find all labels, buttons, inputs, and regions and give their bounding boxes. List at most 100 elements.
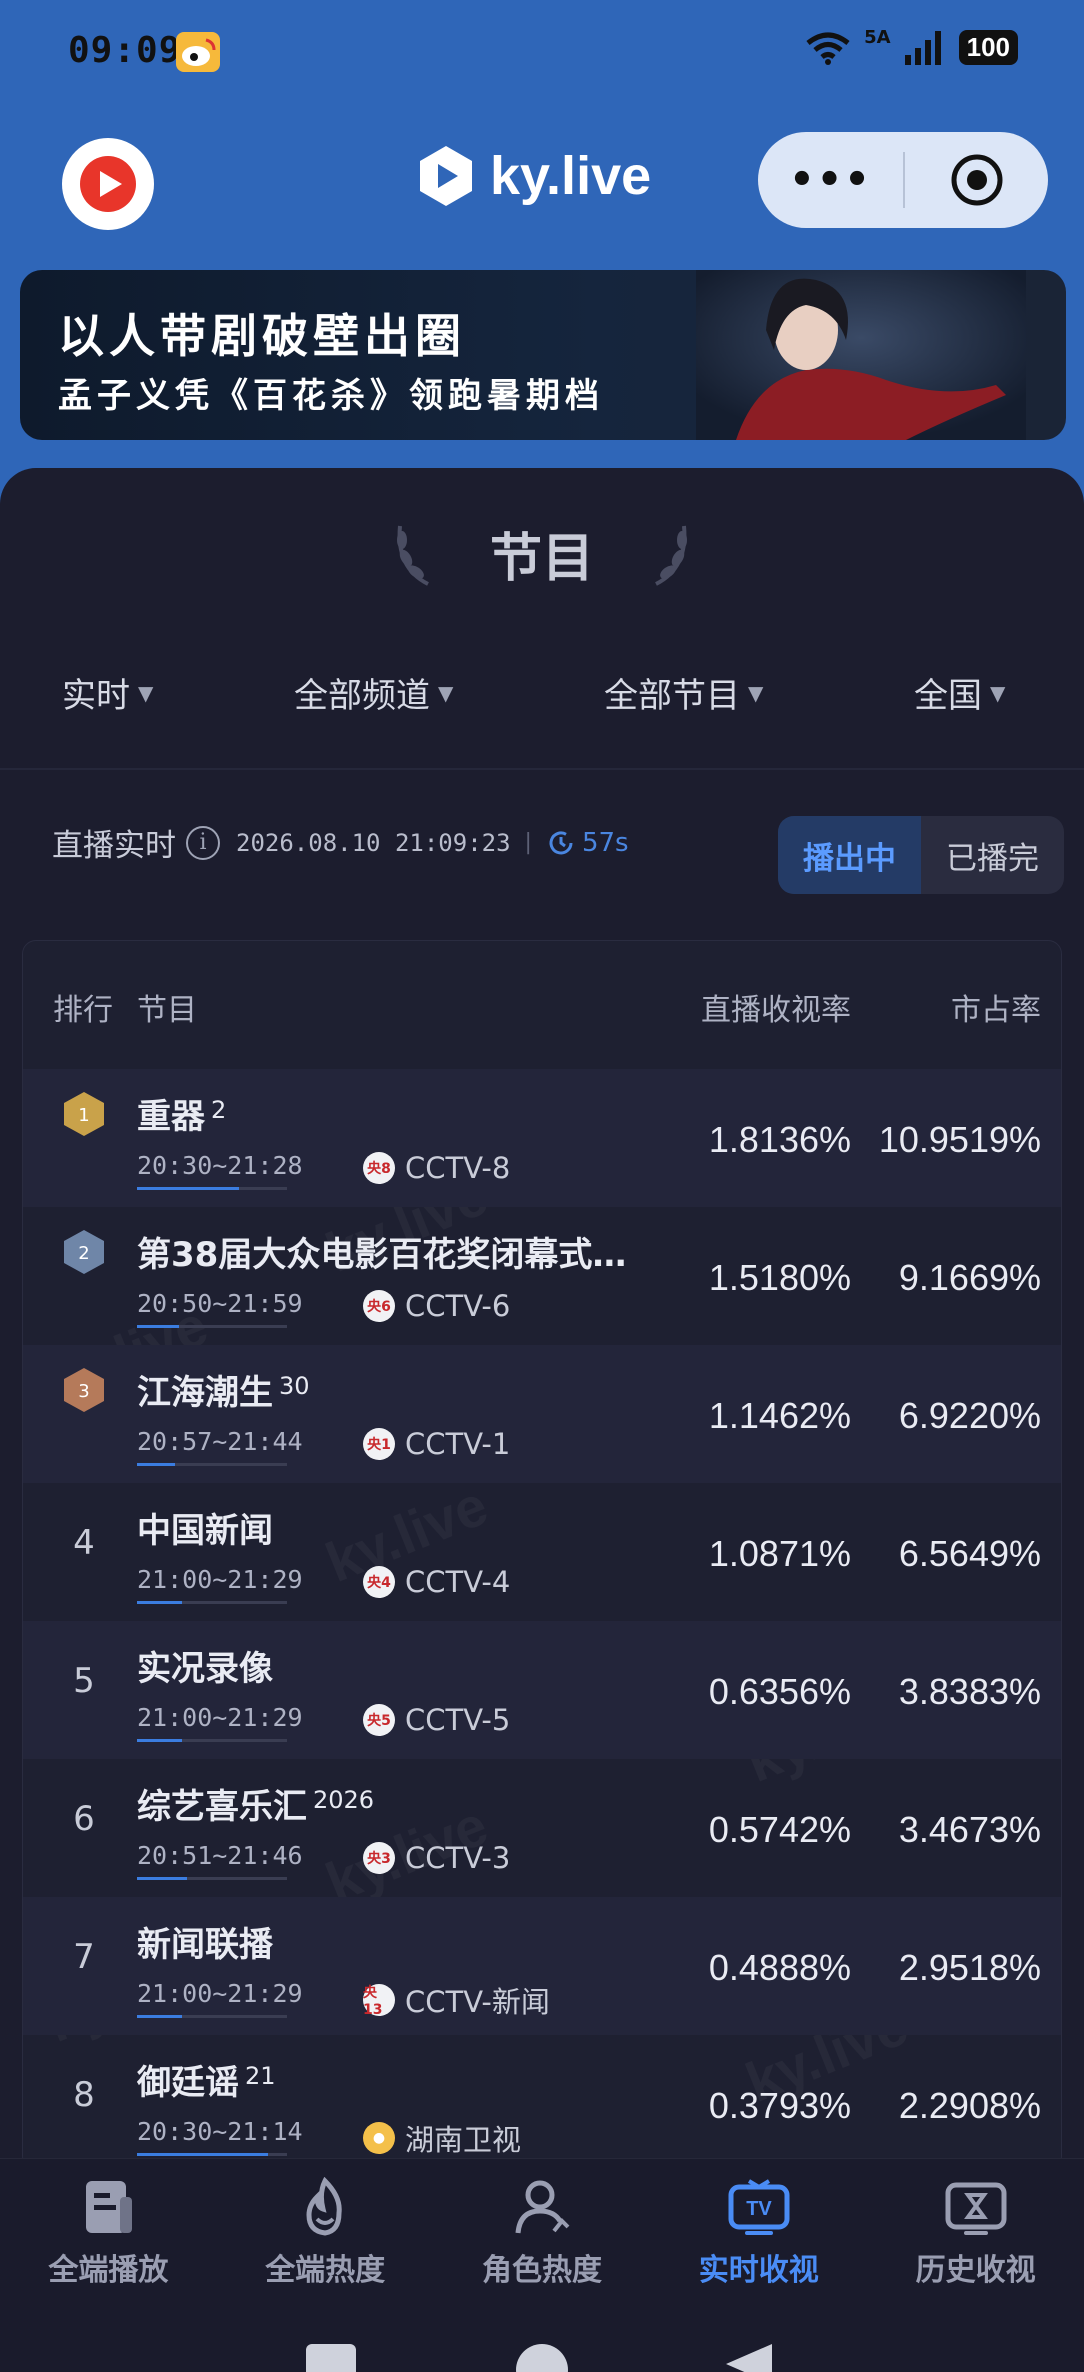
broadcast-progress-bar — [137, 1325, 287, 1328]
miniprogram-capsule: ••• — [758, 132, 1048, 228]
channel-name: CCTV-4 — [405, 1565, 511, 1599]
episode-number: 2026 — [313, 1786, 375, 1814]
ratings-panel: 节目 实时 ▼ 全部频道 ▼ 全部节目 ▼ 全国 ▼ 直播实时 i 2026.0… — [0, 468, 1084, 2170]
table-row[interactable]: 3 江海潮生 30 20:57~21:44 央1 CCTV-1 1.1462% 6.… — [23, 1345, 1061, 1483]
live-rating: 0.3793% — [708, 2085, 851, 2126]
broadcast-progress-fill — [137, 1325, 179, 1328]
live-info-row: 直播实时 i 2026.08.10 21:09:23 | 57s — [52, 820, 629, 865]
hunan-tv-logo-icon: ● — [363, 2122, 395, 2154]
promo-banner[interactable]: 以人带剧破壁出圈 孟子义凭《百花杀》领跑暑期档 — [20, 270, 1066, 440]
program-title[interactable]: 第38届大众电影百花奖闭幕式… — [137, 1227, 632, 1276]
rank-number: 6 — [73, 1799, 95, 1839]
table-row[interactable]: 2 第38届大众电影百花奖闭幕式… 20:50~21:59 央6 CCTV-6 1… — [23, 1207, 1061, 1345]
program-title[interactable]: 御廷谣 21 — [137, 2055, 276, 2104]
table-row[interactable]: 7 新闻联播 21:00~21:29 央13 CCTV-新闻 0.4888% 2.… — [23, 1897, 1061, 2035]
live-timestamp: 2026.08.10 21:09:23 — [236, 828, 511, 857]
filter-region-dropdown[interactable]: 全国 ▼ — [914, 668, 1005, 717]
cctv-channel-icon: 央4 — [363, 1566, 395, 1598]
refresh-countdown[interactable]: 57s — [546, 828, 629, 858]
live-rating: 0.5742% — [708, 1809, 851, 1850]
app-avatar[interactable] — [62, 138, 154, 230]
home-button[interactable] — [516, 2344, 568, 2372]
more-button[interactable]: ••• — [758, 157, 903, 203]
channel: 央3 CCTV-3 — [363, 1841, 510, 1875]
cctv-channel-icon: 央5 — [363, 1704, 395, 1736]
broadcast-progress-fill — [137, 1463, 175, 1466]
program-time: 21:00~21:29 — [137, 1979, 303, 2008]
filter-program-dropdown[interactable]: 全部节目 ▼ — [604, 668, 763, 717]
program-name: 重器 — [137, 1097, 205, 1137]
toggle-finished[interactable]: 已播完 — [921, 816, 1064, 894]
header-rating[interactable]: 直播收视率 — [701, 985, 851, 1029]
back-button[interactable] — [726, 2344, 772, 2372]
rank-number: 8 — [73, 2075, 95, 2115]
cctv-channel-icon: 央6 — [363, 1290, 395, 1322]
broadcast-progress-bar — [137, 1463, 287, 1466]
live-rating: 1.1462% — [708, 1395, 851, 1436]
program-time: 20:30~21:28 — [137, 1151, 303, 1180]
channel-name: CCTV-6 — [405, 1289, 511, 1323]
program-title[interactable]: 新闻联播 — [137, 1917, 279, 1966]
toggle-on-air[interactable]: 播出中 — [778, 816, 921, 894]
broadcast-progress-bar — [137, 2153, 287, 2156]
header-rank: 排行 — [53, 993, 113, 1028]
table-row[interactable]: 6 综艺喜乐汇 2026 20:51~21:46 央3 CCTV-3 0.5742%… — [23, 1759, 1061, 1897]
nav-realtime-ratings[interactable]: TV 实时收视 — [650, 2159, 867, 2308]
filter-time-dropdown[interactable]: 实时 ▼ — [62, 668, 153, 717]
table-row[interactable]: 8 御廷谣 21 20:30~21:14 ● 湖南卫视 0.3793% 2.2908… — [23, 2035, 1061, 2169]
channel: 央1 CCTV-1 — [363, 1427, 510, 1461]
live-label: 直播实时 — [52, 828, 176, 864]
program-title[interactable]: 综艺喜乐汇 2026 — [137, 1779, 374, 1828]
broadcast-status-toggle: 播出中 已播完 — [778, 816, 1064, 894]
program-title[interactable]: 江海潮生 30 — [137, 1365, 310, 1414]
recent-apps-button[interactable] — [306, 2344, 356, 2372]
table-row[interactable]: 4 中国新闻 21:00~21:29 央4 CCTV-4 1.0871% 6.56… — [23, 1483, 1061, 1621]
brand-name: ky.live — [490, 146, 652, 206]
laurel-right-icon — [655, 525, 687, 586]
nav-all-platform-heat[interactable]: 全端热度 — [217, 2159, 434, 2308]
table-header: 排行 节目 直播收视率 市占率 — [23, 941, 1061, 1069]
program-title[interactable]: 实况录像 — [137, 1641, 279, 1690]
broadcast-progress-fill — [137, 1601, 182, 1604]
signal-icon — [904, 30, 941, 65]
program-name: 新闻联播 — [137, 1925, 273, 1965]
market-share: 3.8383% — [898, 1671, 1041, 1712]
cctv-channel-icon: 央8 — [363, 1152, 395, 1184]
table-row[interactable]: 1 重器 2 20:30~21:28 央8 CCTV-8 1.8136% 10.95… — [23, 1069, 1061, 1207]
live-rating: 0.6356% — [708, 1671, 851, 1712]
channel-name: CCTV-1 — [405, 1427, 511, 1461]
bottom-navigation: 全端播放 全端热度 角色热度 TV 实时收视 历史收视 — [0, 2158, 1084, 2308]
status-bar: 09:09 5A 100 — [0, 0, 1084, 110]
header-program: 节目 — [137, 993, 197, 1028]
live-rating: 1.8136% — [708, 1119, 851, 1160]
info-icon[interactable]: i — [186, 825, 220, 860]
ratings-table: ky.live ky.live ky.live ky.live ky.live … — [22, 940, 1062, 2170]
header-share[interactable]: 市占率 — [951, 985, 1041, 1029]
rank-number: 4 — [73, 1523, 95, 1563]
cctv-channel-icon: 央3 — [363, 1842, 395, 1874]
filter-channel-dropdown[interactable]: 全部频道 ▼ — [294, 668, 453, 717]
nav-role-heat[interactable]: 角色热度 — [434, 2159, 651, 2308]
channel: 央8 CCTV-8 — [363, 1151, 510, 1185]
banner-actress-image — [696, 270, 1026, 440]
market-share: 6.9220% — [898, 1395, 1041, 1436]
nav-all-platform-play[interactable]: 全端播放 — [0, 2159, 217, 2308]
program-title[interactable]: 中国新闻 — [137, 1503, 279, 1552]
market-share: 2.2908% — [898, 2085, 1041, 2126]
nav-history-ratings[interactable]: 历史收视 — [867, 2159, 1084, 2308]
close-button[interactable] — [905, 153, 1048, 207]
dropdown-arrow-icon: ▼ — [138, 680, 154, 705]
table-row[interactable]: 5 实况录像 21:00~21:29 央5 CCTV-5 0.6356% 3.83… — [23, 1621, 1061, 1759]
program-title[interactable]: 重器 2 — [137, 1089, 226, 1138]
program-name: 实况录像 — [137, 1649, 273, 1689]
channel: 央4 CCTV-4 — [363, 1565, 510, 1599]
program-name: 江海潮生 — [137, 1373, 273, 1413]
rank-medal-number: 3 — [78, 1381, 89, 1402]
cctv-channel-icon: 央13 — [363, 1984, 395, 2018]
kylive-logo-icon — [420, 146, 472, 206]
channel-name: CCTV-新闻 — [405, 1985, 550, 2019]
broadcast-progress-fill — [137, 2153, 268, 2156]
play-logo-icon — [80, 156, 136, 212]
network-type: 5A — [864, 27, 891, 48]
episode-number: 30 — [279, 1372, 310, 1400]
